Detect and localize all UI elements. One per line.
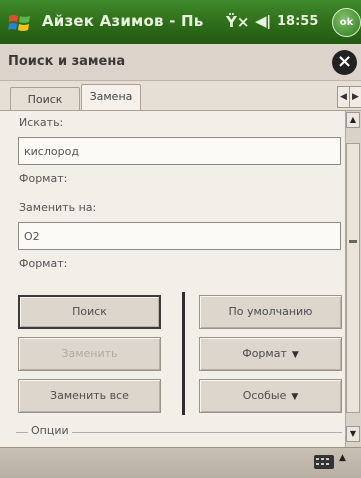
default-button[interactable]: По умолчанию	[199, 295, 342, 329]
format-button-label: Формат	[242, 347, 287, 360]
keyboard-icon[interactable]	[314, 455, 334, 469]
signal-antenna-icon[interactable]: Ÿ×	[226, 13, 249, 31]
scrollbar-grip	[349, 240, 357, 243]
window-title: Айзек Азимов - Пь	[42, 12, 204, 30]
find-format-label: Формат:	[19, 172, 68, 185]
windows-start-icon[interactable]	[6, 9, 33, 36]
special-button[interactable]: Особые ▼	[199, 379, 342, 413]
dialog-title: Поиск и замена	[8, 54, 126, 69]
replace-button[interactable]: Заменить	[18, 337, 161, 371]
replace-all-button[interactable]: Заменить все	[18, 379, 161, 413]
dialog-header: Поиск и замена	[0, 44, 361, 81]
speaker-volume-icon[interactable]: ◀ǀ	[255, 12, 271, 30]
screen: Айзек Азимов - Пь Ÿ× ◀ǀ 18:55 ok Поиск и…	[0, 0, 361, 478]
find-button[interactable]: Поиск	[18, 295, 161, 329]
dropdown-arrow-icon: ▼	[291, 350, 299, 360]
clock[interactable]: 18:55	[277, 14, 318, 29]
replace-input[interactable]: O2	[18, 222, 341, 250]
find-label: Искать:	[19, 116, 64, 129]
tab-scroll-right-icon[interactable]: ▶	[349, 86, 361, 108]
special-button-label: Особые	[242, 389, 287, 402]
tab-search[interactable]: Поиск	[10, 87, 80, 110]
scrollbar-thumb[interactable]	[346, 143, 360, 413]
scroll-up-icon[interactable]: ▲	[346, 112, 360, 128]
tab-replace[interactable]: Замена	[81, 84, 141, 110]
input-panel-arrow-icon[interactable]: ▲	[339, 453, 346, 463]
close-icon[interactable]: ×	[332, 50, 357, 75]
format-button[interactable]: Формат ▼	[199, 337, 342, 371]
scroll-down-icon[interactable]: ▼	[346, 426, 360, 442]
dropdown-arrow-icon: ▼	[291, 392, 299, 402]
replace-format-label: Формат:	[19, 257, 68, 270]
replace-label: Заменить на:	[19, 201, 97, 214]
options-group-label[interactable]: Опции	[28, 424, 72, 437]
button-separator	[182, 292, 185, 415]
ok-button[interactable]: ok	[332, 8, 361, 37]
find-input[interactable]: кислород	[18, 137, 341, 165]
menu-bar	[0, 447, 361, 478]
